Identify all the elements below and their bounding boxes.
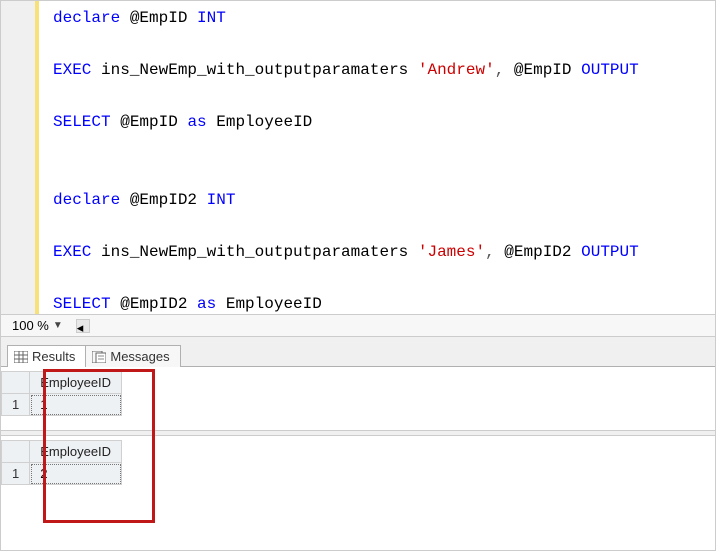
zoom-dropdown[interactable]: 100 % ▼ — [7, 317, 68, 334]
table-row[interactable]: 1 1 — [2, 394, 122, 416]
result-grid-1-wrapper: EmployeeID 1 1 — [1, 367, 715, 430]
result-grid-2-wrapper: EmployeeID 1 2 — [1, 436, 715, 499]
grid-icon — [14, 351, 28, 363]
result-grid-1[interactable]: EmployeeID 1 1 — [1, 371, 122, 416]
grid-corner — [2, 372, 30, 394]
row-header[interactable]: 1 — [2, 394, 30, 416]
cell-value[interactable]: 2 — [30, 463, 122, 485]
tab-messages-label: Messages — [110, 349, 169, 364]
tab-results-label: Results — [32, 349, 75, 364]
column-header[interactable]: EmployeeID — [30, 372, 122, 394]
editor-gutter — [1, 1, 39, 314]
sql-code-area[interactable]: declare @EmpID INT EXEC ins_NewEmp_with_… — [39, 1, 639, 314]
results-tab-strip: Results Messages — [1, 337, 715, 367]
row-header[interactable]: 1 — [2, 463, 30, 485]
chevron-down-icon: ▼ — [53, 320, 63, 331]
cell-value[interactable]: 1 — [30, 394, 122, 416]
table-row[interactable]: 1 2 — [2, 463, 122, 485]
messages-icon — [92, 351, 106, 363]
column-header[interactable]: EmployeeID — [30, 441, 122, 463]
zoom-toolbar: 100 % ▼ ◂ — [1, 315, 715, 337]
sql-editor-pane: declare @EmpID INT EXEC ins_NewEmp_with_… — [1, 1, 715, 315]
result-grid-2[interactable]: EmployeeID 1 2 — [1, 440, 122, 485]
horizontal-scroll-left[interactable]: ◂ — [76, 319, 90, 333]
results-area: EmployeeID 1 1 EmployeeID 1 2 — [1, 367, 715, 550]
ssms-window: declare @EmpID INT EXEC ins_NewEmp_with_… — [0, 0, 716, 551]
zoom-value: 100 % — [12, 318, 49, 333]
tab-results[interactable]: Results — [7, 345, 86, 367]
tab-messages[interactable]: Messages — [85, 345, 180, 367]
grid-corner — [2, 441, 30, 463]
